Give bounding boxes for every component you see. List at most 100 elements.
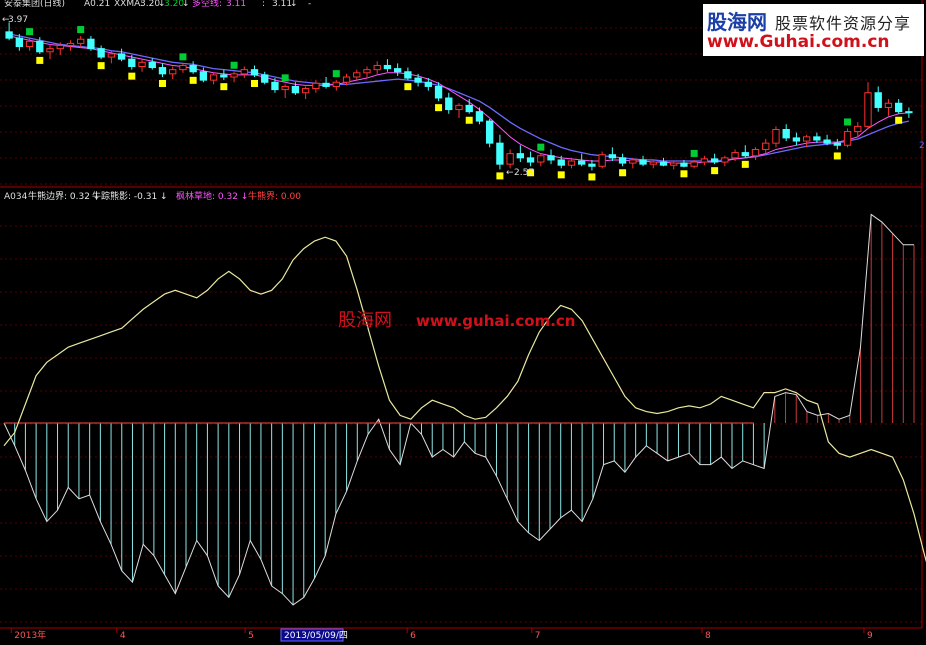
candle-body bbox=[751, 148, 760, 157]
candle-body bbox=[700, 158, 709, 163]
sell-marker bbox=[465, 116, 473, 124]
candle-body bbox=[557, 159, 565, 166]
buy-marker bbox=[690, 149, 698, 157]
candle-body bbox=[363, 69, 371, 74]
buy-marker bbox=[26, 28, 34, 36]
x-tick-label: 4 bbox=[120, 631, 126, 641]
candle-body bbox=[5, 31, 13, 39]
candle-body bbox=[322, 82, 330, 87]
candle-body bbox=[46, 48, 54, 53]
candle-body bbox=[148, 61, 156, 69]
candle-body bbox=[25, 40, 34, 48]
sell-marker bbox=[619, 169, 627, 177]
candle-body bbox=[199, 71, 208, 81]
candle-body bbox=[465, 104, 473, 113]
buy-marker bbox=[230, 61, 238, 69]
svg-text:安泰集团(日线): 安泰集团(日线) bbox=[4, 0, 65, 9]
oscillator-panel bbox=[3, 213, 926, 606]
svg-text::: : bbox=[262, 0, 265, 9]
candle-body bbox=[240, 69, 248, 75]
lower-legend: A034 牛熊边界: 0.32 ↓ 牛踪熊影: -0.31 ↓ 枫林草地: 0.… bbox=[4, 190, 301, 202]
candle-body bbox=[281, 85, 289, 91]
candle-body bbox=[864, 92, 872, 127]
candle-body bbox=[107, 53, 116, 58]
candle-body bbox=[301, 88, 310, 94]
candle-body bbox=[291, 85, 300, 94]
candle-body bbox=[128, 58, 136, 68]
candle-body bbox=[138, 61, 146, 67]
candle-body bbox=[813, 136, 821, 141]
candle-body bbox=[353, 72, 361, 78]
candle-body bbox=[455, 104, 463, 111]
candle-body bbox=[516, 153, 525, 159]
candle-body bbox=[680, 162, 688, 167]
candle-body bbox=[762, 142, 770, 150]
candle-body bbox=[567, 160, 576, 166]
svg-text:牛踪熊影: -0.31 ↓: 牛踪熊影: -0.31 ↓ bbox=[92, 190, 168, 202]
candle-body bbox=[414, 77, 422, 83]
candle-body bbox=[731, 152, 739, 159]
buy-marker bbox=[844, 118, 852, 126]
cursor-date-label: 2013/05/09/四 bbox=[284, 631, 348, 641]
svg-text:-: - bbox=[308, 0, 311, 9]
candle-body bbox=[373, 64, 381, 71]
candle-body bbox=[87, 38, 95, 50]
candle-body bbox=[393, 68, 402, 73]
candle-body bbox=[854, 125, 862, 133]
candle-body bbox=[158, 67, 167, 75]
sell-marker bbox=[36, 56, 44, 64]
x-tick-label: 8 bbox=[705, 631, 711, 641]
candle-body bbox=[404, 71, 412, 79]
watermark-logo: 股海网 股票软件资源分享 www.Guhai.com.cn bbox=[703, 4, 924, 56]
candle-body bbox=[823, 139, 831, 144]
candle-body bbox=[475, 111, 484, 122]
candle-body bbox=[271, 81, 279, 91]
candle-body bbox=[261, 74, 269, 83]
candle-body bbox=[486, 120, 494, 144]
candle-body bbox=[383, 64, 392, 70]
candle-body bbox=[802, 136, 811, 142]
candle-body bbox=[659, 161, 668, 166]
x-tick-label: 7 bbox=[535, 631, 541, 641]
svg-text:↓: ↓ bbox=[290, 0, 298, 9]
candle-body bbox=[506, 153, 514, 165]
svg-text:3.11: 3.11 bbox=[226, 0, 246, 9]
sell-marker bbox=[741, 160, 749, 168]
candle-body bbox=[342, 76, 351, 83]
sell-marker bbox=[97, 62, 105, 70]
right-edge-mark: 2 bbox=[919, 141, 925, 151]
watermark-url: www.Guhai.com.cn bbox=[707, 32, 890, 52]
sell-marker bbox=[128, 72, 136, 80]
watermark-slogan: 股票软件资源分享 bbox=[775, 14, 912, 33]
sell-marker bbox=[158, 80, 166, 87]
candle-body bbox=[608, 154, 617, 159]
candle-body bbox=[629, 159, 637, 164]
candle-body bbox=[670, 162, 678, 166]
candle-body bbox=[97, 48, 105, 58]
sell-marker bbox=[220, 83, 228, 91]
x-axis: 2013年 4 5 6 7 8 9 bbox=[10, 628, 873, 641]
candle-body bbox=[169, 69, 177, 75]
high-annotation: 3.97 bbox=[8, 15, 28, 25]
buy-marker bbox=[77, 26, 85, 34]
candle-body bbox=[833, 142, 841, 146]
x-tick-label: 6 bbox=[410, 631, 416, 641]
candle-body bbox=[496, 142, 504, 165]
x-tick-label: 2013年 bbox=[14, 629, 46, 641]
sell-marker bbox=[588, 173, 596, 181]
low-annotation-arrow: ← bbox=[506, 168, 514, 178]
sell-marker bbox=[189, 76, 197, 84]
candle-body bbox=[618, 157, 627, 164]
candle-body bbox=[547, 155, 555, 161]
buy-marker bbox=[332, 70, 340, 78]
oscillator-envelope bbox=[3, 213, 914, 606]
high-annotation-arrow: ← bbox=[2, 15, 10, 25]
candle-body bbox=[690, 161, 698, 167]
center-watermark-url: www.guhai.com.cn bbox=[416, 312, 576, 330]
candle-body bbox=[312, 82, 320, 90]
buy-marker bbox=[537, 143, 545, 151]
svg-text:A034: A034 bbox=[4, 192, 28, 202]
sell-marker bbox=[895, 116, 903, 124]
candle-body bbox=[117, 53, 126, 60]
candle-body bbox=[189, 64, 197, 73]
